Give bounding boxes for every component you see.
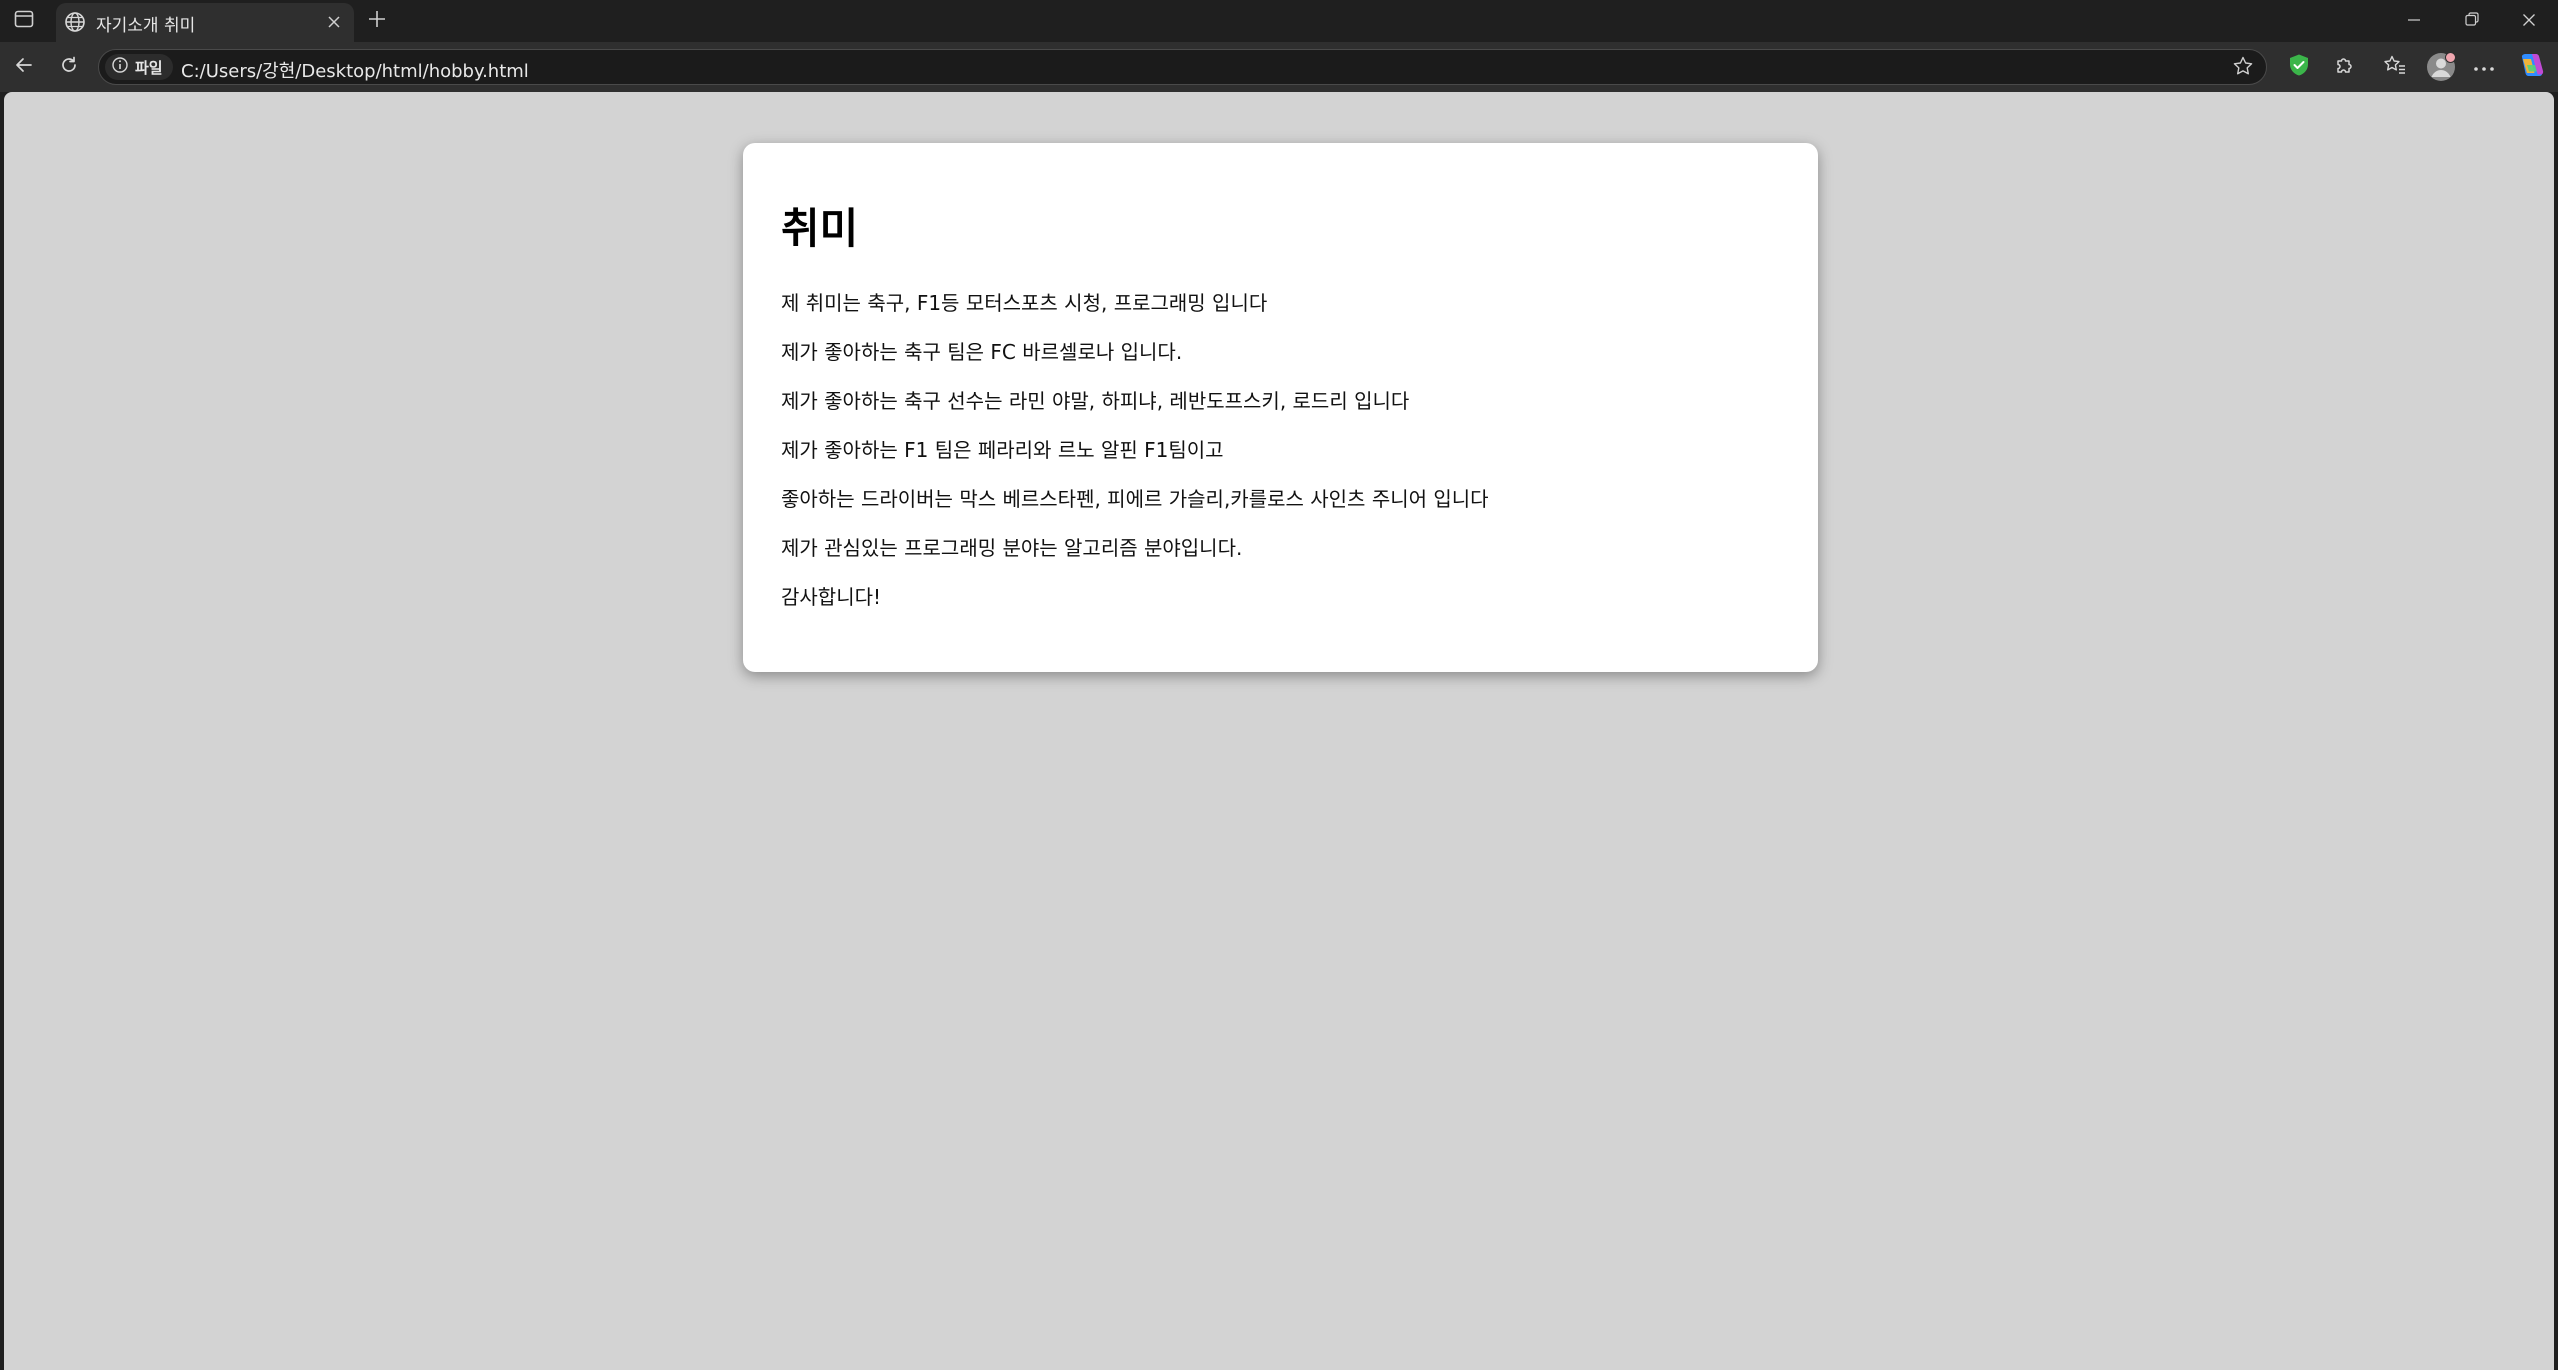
paragraph-f1-drivers: 좋아하는 드라이버는 막스 베르스타펜, 피에르 가슬리,카를로스 사인츠 주니… xyxy=(781,487,1489,511)
tab-title: 자기소개 취미 xyxy=(96,16,196,36)
page-viewport: 취미 제 취미는 축구, F1등 모터스포츠 시청, 프로그래밍 입니다 제가 … xyxy=(4,92,2554,1370)
profile-button[interactable] xyxy=(2424,50,2458,84)
tab-actions-button[interactable] xyxy=(8,6,40,36)
star-icon xyxy=(2232,55,2254,81)
address-bar[interactable]: 파일 C:/Users/강현/Desktop/html/hobby.html xyxy=(98,49,2267,85)
paragraph-hobbies: 제 취미는 축구, F1등 모터스포츠 시청, 프로그래밍 입니다 xyxy=(781,291,1268,315)
paragraph-football-team: 제가 좋아하는 축구 팀은 FC 바르셀로나 입니다. xyxy=(781,340,1183,364)
favorites-button[interactable] xyxy=(2378,50,2412,84)
extensions-button[interactable] xyxy=(2328,50,2362,84)
url-text[interactable]: C:/Users/강현/Desktop/html/hobby.html xyxy=(181,57,529,83)
close-icon xyxy=(327,14,341,33)
favorites-icon xyxy=(2383,54,2407,80)
content-card: 취미 제 취미는 축구, F1등 모터스포츠 시청, 프로그래밍 입니다 제가 … xyxy=(743,143,1818,672)
close-tab-button[interactable] xyxy=(322,11,346,35)
globe-icon xyxy=(63,10,87,34)
paragraph-f1-teams: 제가 좋아하는 F1 팀은 페라리와 르노 알핀 F1팀이고 xyxy=(781,438,1224,462)
browser-toolbar: 파일 C:/Users/강현/Desktop/html/hobby.html xyxy=(0,42,2558,92)
minimize-button[interactable] xyxy=(2385,0,2443,42)
paragraph-football-players: 제가 좋아하는 축구 선수는 라민 야말, 하피냐, 레반도프스키, 로드리 입… xyxy=(781,389,1410,413)
more-icon xyxy=(2473,58,2495,77)
active-tab[interactable]: 자기소개 취미 xyxy=(56,3,354,42)
site-info-button[interactable]: 파일 xyxy=(105,54,173,80)
plus-icon xyxy=(367,9,387,33)
paragraph-programming: 제가 관심있는 프로그래밍 분야는 알고리즘 분야입니다. xyxy=(781,536,1243,560)
close-window-button[interactable] xyxy=(2500,0,2558,42)
tab-actions-icon xyxy=(14,10,34,32)
info-icon xyxy=(111,56,129,78)
more-options-button[interactable] xyxy=(2467,50,2501,84)
back-arrow-icon xyxy=(14,55,34,79)
site-info-label: 파일 xyxy=(135,58,163,77)
add-favorite-button[interactable] xyxy=(2230,55,2256,81)
restore-icon xyxy=(2464,11,2480,31)
close-icon xyxy=(2522,12,2536,31)
profile-avatar-icon xyxy=(2426,52,2456,82)
paragraph-thanks: 감사합니다! xyxy=(781,585,882,609)
refresh-icon xyxy=(59,55,79,79)
shield-extension-button[interactable] xyxy=(2282,50,2316,84)
restore-button[interactable] xyxy=(2443,0,2501,42)
minimize-icon xyxy=(2407,12,2421,31)
refresh-button[interactable] xyxy=(52,50,86,84)
notification-dot xyxy=(2445,52,2456,63)
puzzle-icon xyxy=(2334,54,2356,80)
copilot-button[interactable] xyxy=(2515,50,2549,84)
tab-strip: 자기소개 취미 xyxy=(0,0,2558,42)
new-tab-button[interactable] xyxy=(360,5,394,37)
copilot-icon xyxy=(2518,51,2546,83)
page-title: 취미 xyxy=(781,204,859,253)
shield-extension-icon xyxy=(2288,53,2310,81)
back-button[interactable] xyxy=(7,50,41,84)
